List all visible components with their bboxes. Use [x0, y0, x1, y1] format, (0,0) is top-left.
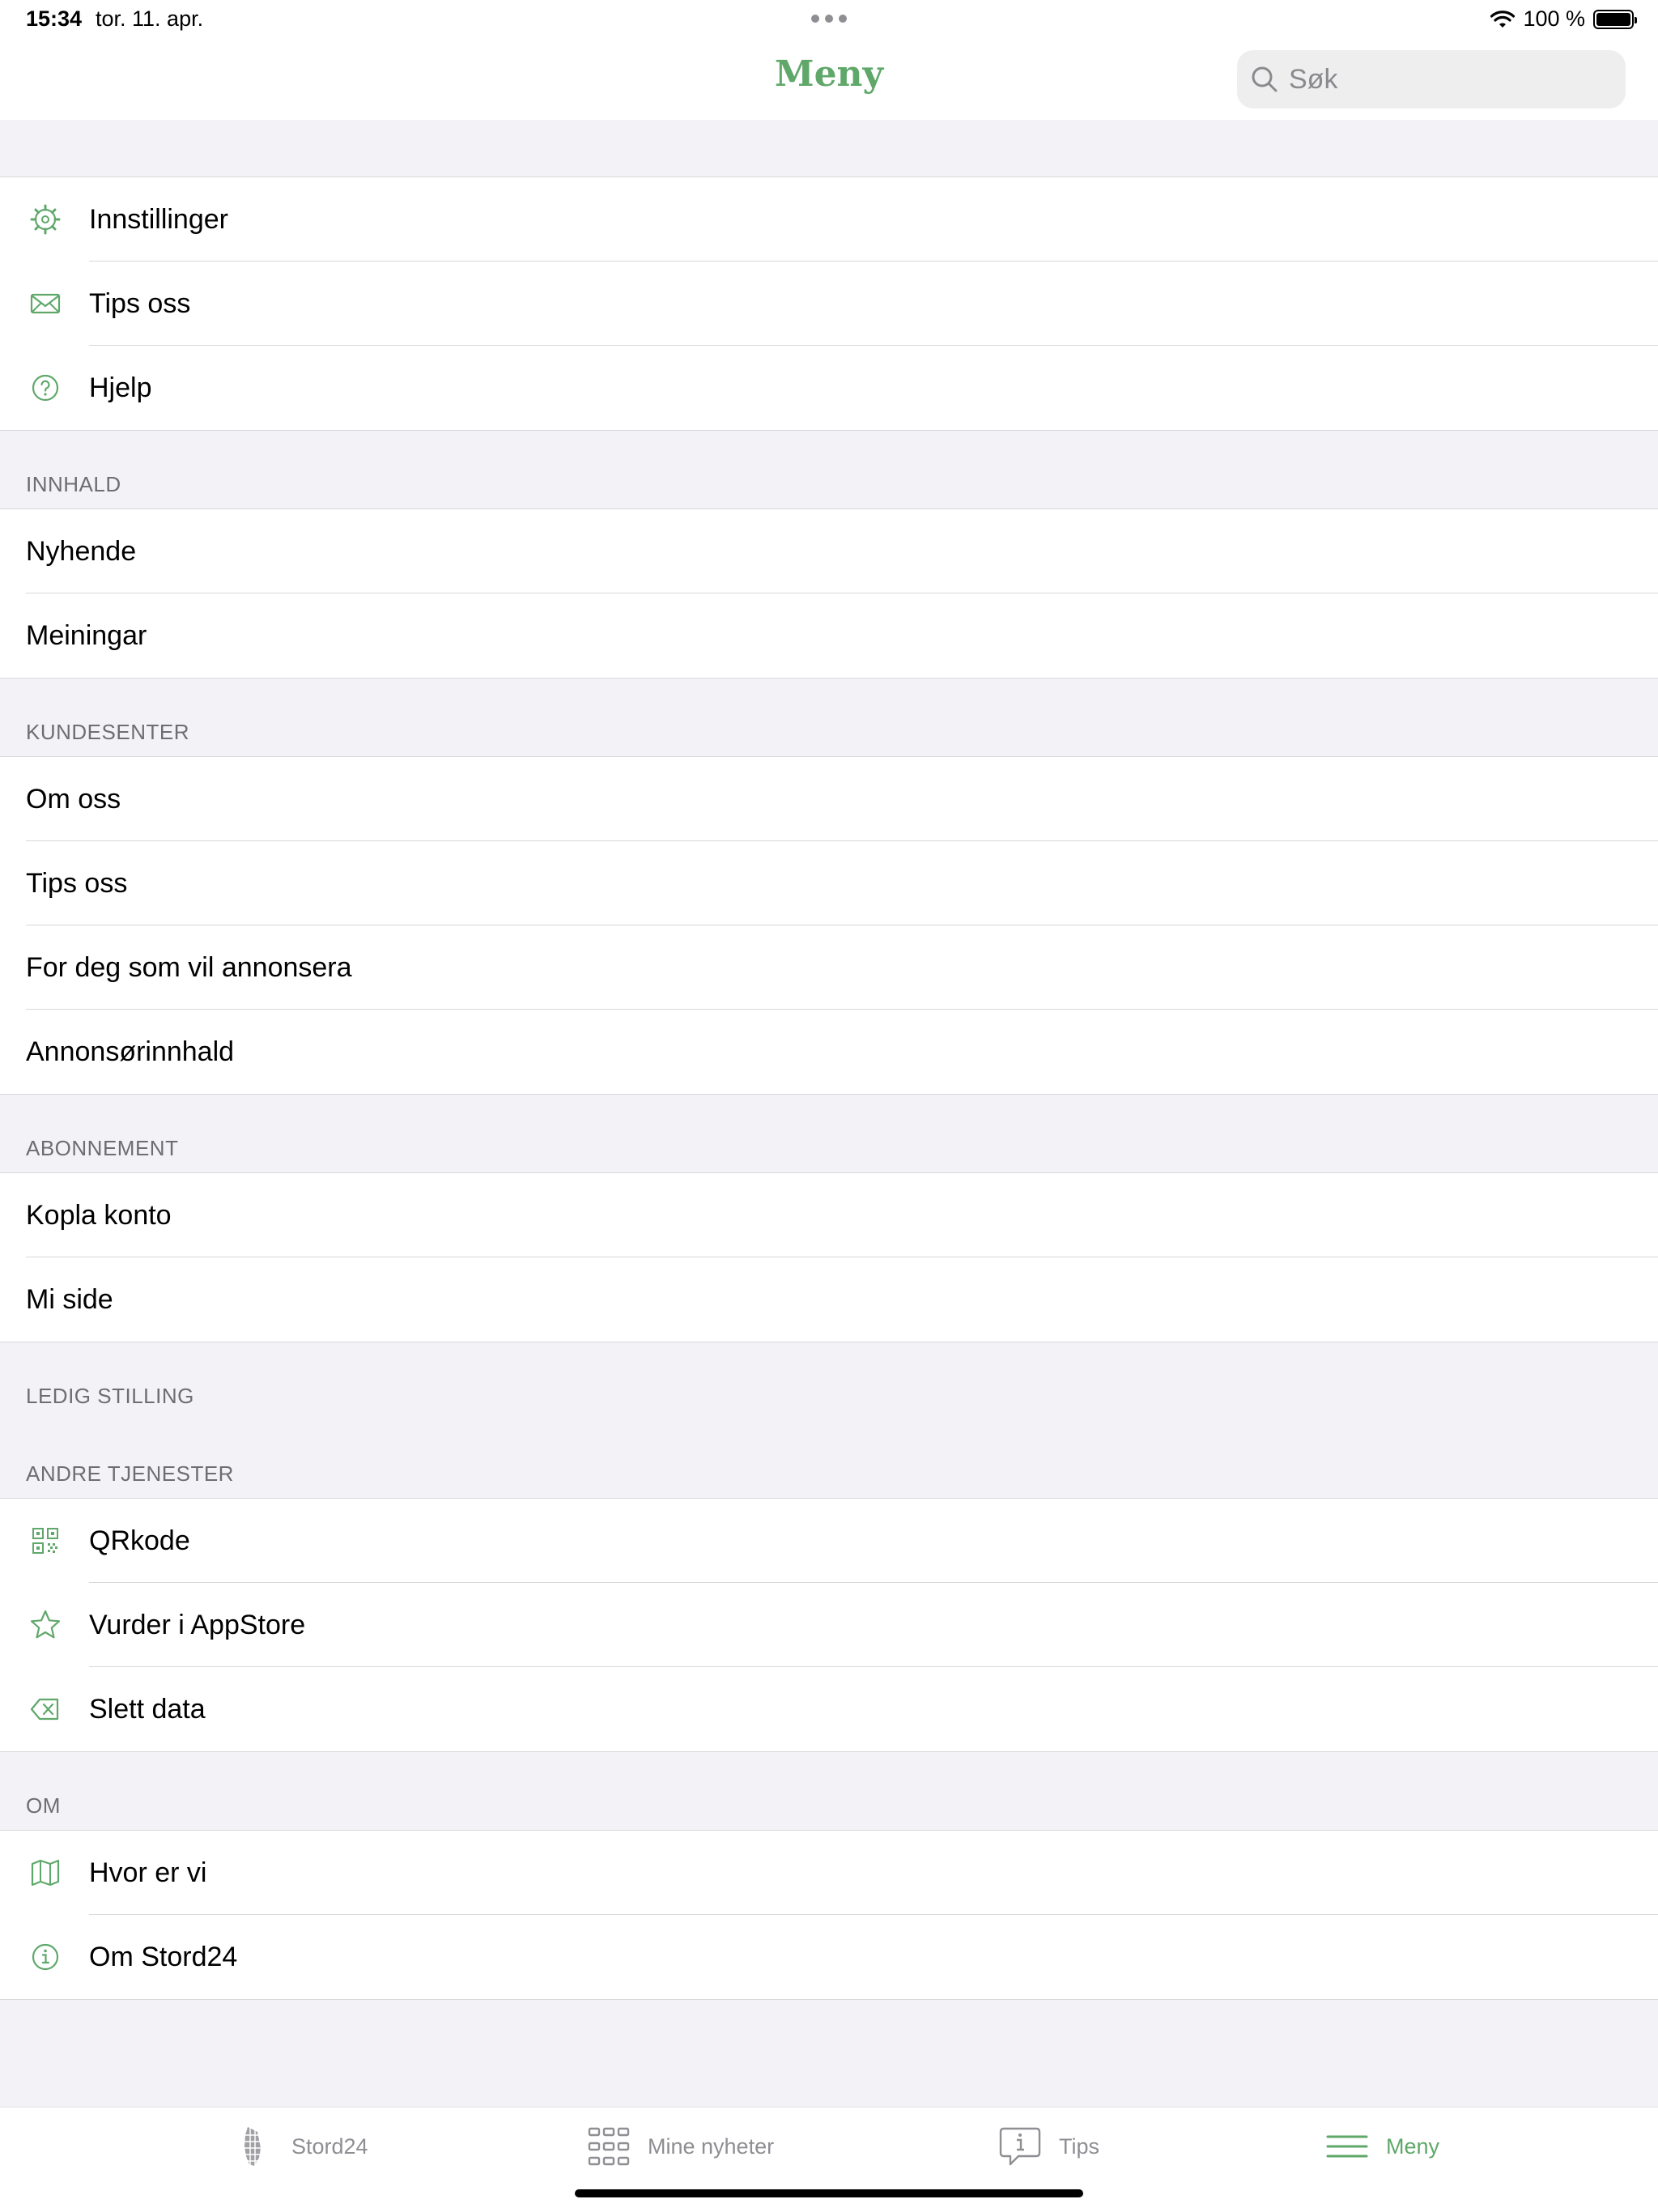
search-icon [1252, 66, 1278, 92]
tab-label: Stord24 [291, 2133, 368, 2159]
top-group: Innstillinger Tips oss Hjelp [0, 177, 1658, 431]
andre-tjenester-group: QRkode Vurder i AppStore Slett data [0, 1498, 1658, 1752]
menu-item-hvor-er-vi[interactable]: Hvor er vi [0, 1831, 1658, 1915]
kundesenter-group: Om oss Tips oss For deg som vil annonser… [0, 756, 1658, 1095]
qr-code-icon [29, 1525, 62, 1557]
tab-tips[interactable]: Tips [997, 2124, 1099, 2169]
menu-icon [1326, 2135, 1368, 2158]
status-date: tor. 11. apr. [96, 6, 204, 31]
tips-bubble-icon [999, 2127, 1041, 2166]
section-header-label: ABONNEMENT [26, 1136, 179, 1160]
menu-item-qrkode[interactable]: QRkode [0, 1499, 1658, 1583]
menu-item-label: Kopla konto [26, 1199, 172, 1231]
gear-icon [29, 203, 62, 236]
menu-item-label: Nyhende [26, 535, 137, 567]
menu-item-label: Vurder i AppStore [89, 1609, 306, 1640]
menu-item-tips-oss-kundesenter[interactable]: Tips oss [0, 841, 1658, 925]
section-header-label: ANDRE TJENESTER [26, 1461, 234, 1486]
section-header-label: KUNDESENTER [26, 720, 189, 744]
menu-item-kopla-konto[interactable]: Kopla konto [0, 1173, 1658, 1257]
menu-item-label: Tips oss [89, 287, 191, 319]
section-header-label: OM [26, 1793, 61, 1818]
delete-icon [29, 1693, 62, 1725]
abonnement-group: Kopla konto Mi side [0, 1172, 1658, 1342]
section-header-label: INNHALD [26, 472, 121, 496]
map-icon [29, 1857, 62, 1889]
section-header-label: LEDIG STILLING [26, 1384, 194, 1408]
home-indicator[interactable] [575, 2189, 1083, 2197]
menu-item-label: Meiningar [26, 619, 147, 651]
menu-item-om-stord24[interactable]: Om Stord24 [0, 1915, 1658, 1999]
menu-item-tips-oss[interactable]: Tips oss [0, 262, 1658, 346]
tab-label: Tips [1059, 2133, 1100, 2159]
menu-item-label: For deg som vil annonsera [26, 951, 352, 983]
battery-icon [1593, 9, 1637, 29]
menu-item-vurder-appstore[interactable]: Vurder i AppStore [0, 1583, 1658, 1667]
status-indicators: 100 % [1490, 6, 1637, 32]
menu-item-label: Om oss [26, 783, 121, 815]
section-header-om: OM [0, 1752, 1658, 1830]
menu-item-label: Innstillinger [89, 203, 228, 235]
menu-item-label: QRkode [89, 1525, 190, 1556]
multitasking-dots-icon[interactable] [811, 15, 847, 23]
menu-item-label: Tips oss [26, 867, 128, 899]
battery-percentage: 100 % [1523, 6, 1585, 31]
menu-item-label: Om Stord24 [89, 1941, 238, 1972]
help-icon [29, 372, 62, 404]
om-group: Hvor er vi Om Stord24 [0, 1830, 1658, 2000]
section-header-abonnement: ABONNEMENT [0, 1095, 1658, 1172]
tab-label: Meny [1386, 2133, 1440, 2159]
section-header-kundesenter: KUNDESENTER [0, 678, 1658, 756]
menu-item-annonsorinnhald[interactable]: Annonsørinnhald [0, 1010, 1658, 1094]
menu-item-mi-side[interactable]: Mi side [0, 1257, 1658, 1342]
navigation-bar: Meny [0, 39, 1658, 120]
star-icon [29, 1609, 62, 1641]
tab-meny[interactable]: Meny [1324, 2124, 1439, 2169]
section-header-andre-tjenester: ANDRE TJENESTER [0, 1420, 1658, 1498]
menu-list: Innstillinger Tips oss Hjelp INNHALD Nyh… [0, 120, 1658, 2000]
menu-item-annonsera[interactable]: For deg som vil annonsera [0, 925, 1658, 1010]
menu-item-label: Hjelp [89, 372, 152, 403]
stord24-logo-icon [243, 2127, 262, 2166]
info-icon [29, 1941, 62, 1973]
menu-item-om-oss[interactable]: Om oss [0, 757, 1658, 841]
menu-item-nyhende[interactable]: Nyhende [0, 509, 1658, 593]
status-time: 15:34 [26, 6, 83, 31]
tab-mine-nyheter[interactable]: Mine nyheter [586, 2124, 774, 2169]
menu-item-slett-data[interactable]: Slett data [0, 1667, 1658, 1751]
innhald-group: Nyhende Meiningar [0, 508, 1658, 678]
tab-label: Mine nyheter [648, 2133, 775, 2159]
menu-item-label: Mi side [26, 1283, 113, 1315]
status-bar: 15:34 tor. 11. apr. 100 % [0, 0, 1658, 39]
menu-item-innstillinger[interactable]: Innstillinger [0, 177, 1658, 262]
tab-stord24[interactable]: Stord24 [230, 2124, 368, 2169]
menu-item-hjelp[interactable]: Hjelp [0, 346, 1658, 430]
menu-item-label: Slett data [89, 1693, 206, 1725]
grid-icon [588, 2127, 630, 2166]
wifi-icon [1490, 10, 1516, 28]
top-spacer [0, 120, 1658, 177]
search-bar[interactable] [1237, 50, 1626, 108]
section-header-innhald: INNHALD [0, 431, 1658, 508]
menu-item-meiningar[interactable]: Meiningar [0, 593, 1658, 678]
search-input[interactable] [1289, 63, 1596, 96]
mail-icon [29, 287, 62, 320]
section-header-ledig-stilling: LEDIG STILLING [0, 1342, 1658, 1420]
menu-item-label: Hvor er vi [89, 1857, 207, 1888]
menu-item-label: Annonsørinnhald [26, 1036, 235, 1067]
